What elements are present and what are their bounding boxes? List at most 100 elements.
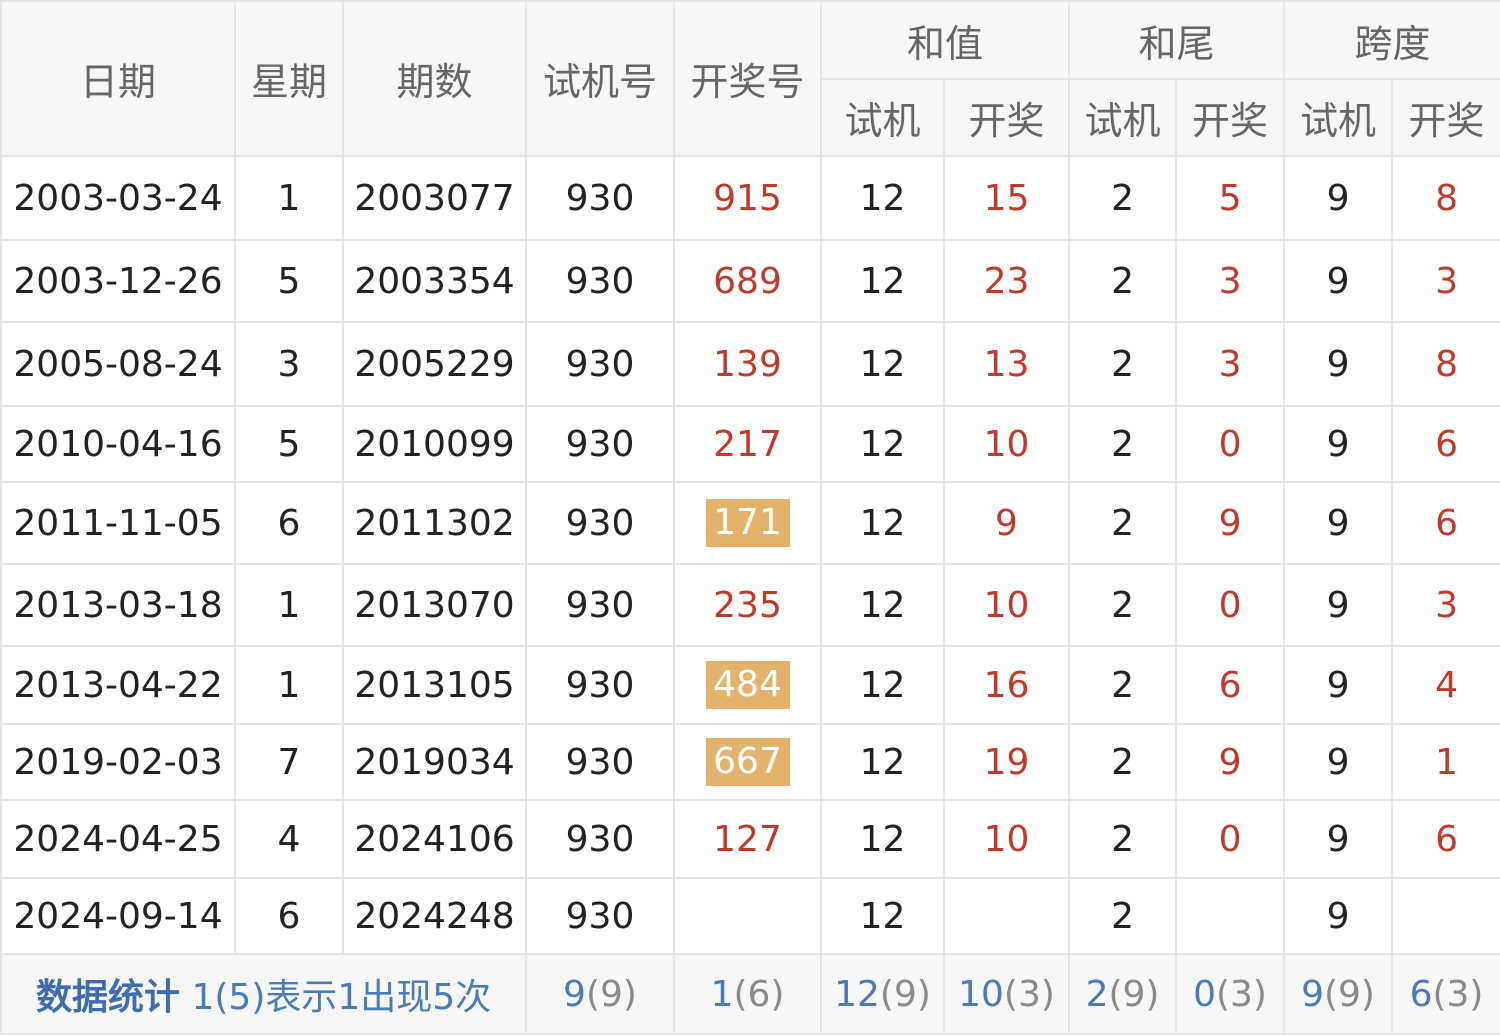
stats-note: 1(5)表示1出现5次 [191, 977, 492, 1018]
cell-date: 2003-12-26 [0, 239, 236, 323]
cell-sum-trial: 12 [820, 405, 945, 483]
cell-sum-trial: 12 [820, 155, 945, 241]
cell-weekday: 6 [234, 481, 344, 565]
cell-tail-draw: 9 [1175, 481, 1286, 565]
table-row: 2024-09-14 6 2024248 930 12 2 9 [0, 877, 1500, 955]
cell-span-draw: 3 [1391, 239, 1500, 323]
cell-issue: 2003077 [342, 155, 527, 241]
cell-issue: 2013105 [342, 645, 527, 725]
cell-weekday: 4 [234, 799, 344, 879]
stat-value: 9 [1301, 973, 1324, 1015]
cell-tail-draw: 3 [1175, 239, 1286, 323]
stats-description: 数据统计 1(5)表示1出现5次 [0, 953, 527, 1035]
header-tail-trial: 试机 [1068, 78, 1178, 157]
cell-sum-draw: 16 [942, 645, 1071, 725]
highlight-badge: 667 [705, 738, 790, 786]
cell-span-trial: 9 [1283, 481, 1394, 565]
header-issue: 期数 [342, 0, 527, 157]
header-weekday: 星期 [234, 0, 344, 157]
cell-tail-draw: 0 [1175, 405, 1286, 483]
header-sum-draw: 开奖 [942, 78, 1071, 157]
stats-sum-trial: 12(9) [820, 953, 945, 1035]
stats-trial-number: 9(9) [525, 953, 675, 1035]
stat-count: (9) [879, 973, 931, 1015]
cell-tail-draw: 0 [1175, 563, 1286, 647]
header-span-trial: 试机 [1283, 78, 1394, 157]
header-sum-trial: 试机 [820, 78, 945, 157]
cell-span-trial: 9 [1283, 239, 1394, 323]
cell-issue: 2024106 [342, 799, 527, 879]
highlight-badge: 171 [705, 499, 790, 547]
cell-span-trial: 9 [1283, 563, 1394, 647]
table-row: 2019-02-03 7 2019034 930 667 12 19 2 9 9 1 [0, 723, 1500, 801]
stat-value: 12 [834, 973, 880, 1015]
cell-weekday: 3 [234, 321, 344, 407]
cell-trial-number: 930 [525, 563, 675, 647]
stat-count: (3) [1432, 973, 1484, 1015]
cell-trial-number: 930 [525, 405, 675, 483]
cell-span-draw: 6 [1391, 481, 1500, 565]
cell-sum-trial: 12 [820, 321, 945, 407]
cell-sum-trial: 12 [820, 563, 945, 647]
cell-span-trial: 9 [1283, 723, 1394, 801]
stat-value: 0 [1193, 973, 1216, 1015]
cell-date: 2005-08-24 [0, 321, 236, 407]
stats-row: 数据统计 1(5)表示1出现5次 9(9) 1(6) 12(9) 10(3) 2… [0, 953, 1500, 1035]
cell-weekday: 5 [234, 405, 344, 483]
table-row: 2003-12-26 5 2003354 930 689 12 23 2 3 9 3 [0, 239, 1500, 323]
cell-date: 2013-04-22 [0, 645, 236, 725]
cell-trial-number: 930 [525, 877, 675, 955]
stat-count: (9) [585, 973, 637, 1015]
stats-tail-trial: 2(9) [1068, 953, 1178, 1035]
cell-tail-trial: 2 [1068, 645, 1178, 725]
cell-tail-trial: 2 [1068, 877, 1178, 955]
cell-weekday: 7 [234, 723, 344, 801]
cell-span-draw [1391, 877, 1500, 955]
cell-draw-number: 235 [673, 563, 822, 647]
stat-value: 1 [710, 973, 734, 1015]
highlight-badge: 484 [705, 661, 790, 709]
cell-trial-number: 930 [525, 321, 675, 407]
stats-span-draw: 6(3) [1391, 953, 1500, 1035]
cell-tail-draw [1175, 877, 1286, 955]
cell-span-draw: 4 [1391, 645, 1500, 725]
cell-trial-number: 930 [525, 155, 675, 241]
cell-span-trial: 9 [1283, 877, 1394, 955]
cell-span-trial: 9 [1283, 645, 1394, 725]
cell-span-draw: 8 [1391, 321, 1500, 407]
header-date: 日期 [0, 0, 236, 157]
cell-sum-draw: 15 [942, 155, 1071, 241]
cell-sum-trial: 12 [820, 723, 945, 801]
cell-span-draw: 8 [1391, 155, 1500, 241]
cell-span-trial: 9 [1283, 799, 1394, 879]
cell-trial-number: 930 [525, 723, 675, 801]
cell-sum-draw: 19 [942, 723, 1071, 801]
cell-draw-number: 667 [673, 723, 822, 801]
header-trial-number: 试机号 [525, 0, 675, 157]
cell-date: 2011-11-05 [0, 481, 236, 565]
cell-tail-trial: 2 [1068, 239, 1178, 323]
header-tail-group: 和尾 [1068, 0, 1286, 80]
cell-trial-number: 930 [525, 239, 675, 323]
cell-span-trial: 9 [1283, 321, 1394, 407]
stat-count: (9) [1323, 973, 1375, 1015]
stat-value: 6 [1409, 973, 1433, 1015]
cell-span-draw: 3 [1391, 563, 1500, 647]
cell-sum-draw [942, 877, 1071, 955]
cell-sum-trial: 12 [820, 239, 945, 323]
cell-span-draw: 6 [1391, 405, 1500, 483]
cell-span-draw: 6 [1391, 799, 1500, 879]
cell-span-draw: 1 [1391, 723, 1500, 801]
cell-date: 2010-04-16 [0, 405, 236, 483]
cell-weekday: 1 [234, 645, 344, 725]
table-row: 2024-04-25 4 2024106 930 127 12 10 2 0 9 6 [0, 799, 1500, 879]
cell-sum-draw: 9 [942, 481, 1071, 565]
cell-draw-number: 915 [673, 155, 822, 241]
stat-count: (3) [1003, 973, 1055, 1015]
stat-value: 10 [958, 973, 1004, 1015]
table-row: 2013-03-18 1 2013070 930 235 12 10 2 0 9 3 [0, 563, 1500, 647]
header-draw-number: 开奖号 [673, 0, 822, 157]
cell-tail-draw: 0 [1175, 799, 1286, 879]
cell-issue: 2005229 [342, 321, 527, 407]
cell-tail-draw: 5 [1175, 155, 1286, 241]
